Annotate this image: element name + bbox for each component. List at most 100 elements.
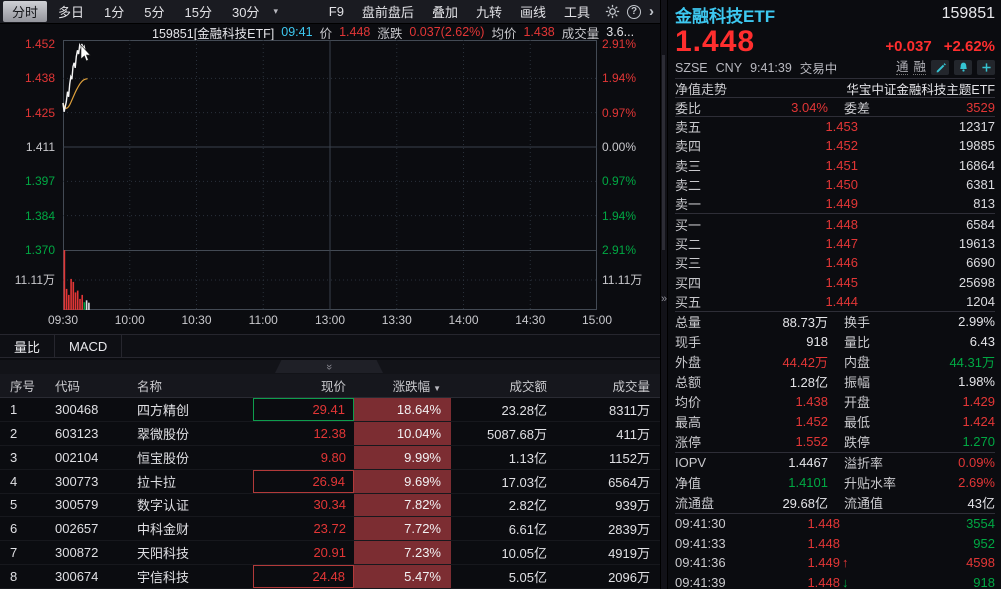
table-row-002657[interactable]: 6002657中科金财23.727.72%6.61亿2839万 [0,517,660,541]
table-row-300872[interactable]: 7300872天阳科技20.917.23%10.05亿4919万 [0,541,660,565]
row-index: 6 [0,521,48,536]
order-volume: 6690 [858,255,995,270]
tab-macd[interactable]: MACD [55,335,122,357]
period-tab-30分[interactable]: 30分 [223,1,268,22]
nav-trend-label[interactable]: 净值走势 [675,79,727,98]
stock-change-pct: 5.47% [354,565,451,588]
order-price: 1.452 [719,138,858,153]
splitter-scroll-thumb[interactable] [662,55,665,250]
fund-stats-block: IOPV1.4467溢折率0.09%净值1.4101升贴水率2.69%流通盘29… [675,453,995,513]
header-amount[interactable]: 成交额 [451,376,555,395]
settings-gear-icon[interactable] [603,3,621,21]
period-tab-多日[interactable]: 多日 [49,1,93,22]
y-axis-label: 1.94% [602,209,636,223]
stat-value: 43亿 [916,493,995,512]
toolbar-item-叠加[interactable]: 叠加 [423,1,467,22]
timeshare-chart[interactable] [0,40,660,310]
table-row-300773[interactable]: 4300773拉卡拉26.949.69%17.03亿6564万 [0,470,660,494]
period-tab-分时[interactable]: 分时 [3,1,47,22]
ask-row-卖一[interactable]: 卖一1.449813 [675,194,995,213]
toolbar-item-九转[interactable]: 九转 [467,1,511,22]
quote-time: 9:41:39 [750,61,792,75]
stock-name: 数字认证 [131,495,253,514]
panel-expander-icon[interactable]: » [661,293,667,305]
y-axis-volume-label: 11.11万 [15,273,55,287]
table-row-300468[interactable]: 1300468四方精创29.4118.64%23.28亿8311万 [0,398,660,422]
ask-row-卖三[interactable]: 卖三1.45116864 [675,156,995,175]
period-tab-1分[interactable]: 1分 [95,1,133,22]
x-axis-label: 14:30 [515,313,545,327]
stat-value: 918 [727,334,828,349]
stat-row-均价: 均价1.438开盘1.429 [675,392,995,412]
weicha-label: 委差 [828,98,916,117]
stat-label: 量比 [828,332,916,351]
x-axis-label: 15:00 [582,313,612,327]
row-index: 7 [0,545,48,560]
toolbar-item-工具[interactable]: 工具 [555,1,599,22]
header-change-sorted[interactable]: 涨跌幅▼ [354,376,451,395]
add-to-watchlist-icon[interactable] [977,60,995,75]
bid-row-买二[interactable]: 买二1.44719613 [675,234,995,253]
stock-code: 300674 [48,569,131,584]
stat-row-总额: 总额1.28亿振幅1.98% [675,372,995,392]
toolbar-item-F9[interactable]: F9 [320,3,353,20]
y-axis-label: 0.97% [602,106,636,120]
stock-code: 603123 [48,426,131,441]
period-tab-15分[interactable]: 15分 [176,1,221,22]
stock-price: 20.91 [253,541,354,564]
period-tab-5分[interactable]: 5分 [135,1,173,22]
bid-row-买三[interactable]: 买三1.4466690 [675,253,995,272]
pane-splitter[interactable]: » [0,360,660,374]
stock-name: 中科金财 [131,519,253,538]
toolbar-item-画线[interactable]: 画线 [511,1,555,22]
collapse-handle[interactable]: » [275,360,383,373]
stock-code: 300468 [48,402,131,417]
indicator-tab-bar: 量比 MACD [0,334,660,358]
stat-value: 1.438 [727,394,828,409]
ask-row-卖五[interactable]: 卖五1.45312317 [675,117,995,136]
order-volume: 6381 [858,177,995,192]
toolbar-item-盘前盘后[interactable]: 盘前盘后 [353,1,423,22]
header-index[interactable]: 序号 [0,376,48,395]
header-name[interactable]: 名称 [131,376,253,395]
tab-volume-ratio[interactable]: 量比 [0,335,55,357]
header-volume[interactable]: 成交量 [555,376,660,395]
edit-pencil-icon[interactable] [931,60,949,75]
margin-badge-rong[interactable]: 融 [913,61,926,75]
order-level-label: 买二 [675,234,719,253]
stock-code: 300579 [48,497,131,512]
header-code[interactable]: 代码 [48,376,131,395]
volume-bar [70,279,72,310]
stat-value: 1.552 [727,434,828,449]
bid-row-买五[interactable]: 买五1.4441204 [675,292,995,311]
bid-row-买一[interactable]: 买一1.4486584 [675,214,995,233]
toolbar-more-chevron-icon[interactable]: › [649,3,654,20]
ask-row-卖四[interactable]: 卖四1.45219885 [675,136,995,155]
bid-row-买四[interactable]: 买四1.44525698 [675,272,995,291]
margin-badge-tong[interactable]: 通 [896,61,909,75]
row-index: 5 [0,497,48,512]
table-row-002104[interactable]: 3002104恒宝股份9.809.99%1.13亿1152万 [0,446,660,470]
stat-row-总量: 总量88.73万换手2.99% [675,312,995,332]
tick-trade-list[interactable]: 09:41:301.448355409:41:331.44895209:41:3… [675,514,995,589]
last-price: 1.448 [675,27,755,57]
period-dropdown-caret-icon[interactable]: ▾ [273,6,278,17]
tick-up-arrow-icon: ↑ [840,555,858,570]
help-icon[interactable]: ? [625,3,643,21]
tick-time: 09:41:39 [675,575,745,589]
table-row-300674[interactable]: 8300674宇信科技24.485.47%5.05亿2096万 [0,565,660,589]
y-axis-volume-label: 11.11万 [602,273,642,287]
alert-bell-icon[interactable] [954,60,972,75]
volume-bar [64,250,66,310]
stock-price: 24.48 [253,565,354,588]
tick-price: 1.448 [745,575,840,589]
table-row-300579[interactable]: 5300579数字认证30.347.82%2.82亿939万 [0,494,660,518]
stock-amount: 5.05亿 [451,567,555,586]
ask-row-卖二[interactable]: 卖二1.4506381 [675,175,995,194]
stat-row-IOPV: IOPV1.4467溢折率0.09% [675,453,995,473]
stat-label: 流通值 [828,493,916,512]
panel-splitter[interactable]: » [660,0,668,589]
security-code: 159851 [942,5,995,23]
table-row-603123[interactable]: 2603123翠微股份12.3810.04%5087.68万411万 [0,422,660,446]
header-price[interactable]: 现价 [253,376,354,395]
